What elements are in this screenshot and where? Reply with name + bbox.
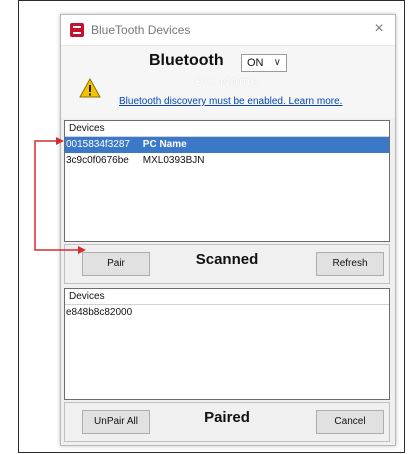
bluetooth-state-value: ON — [247, 57, 264, 69]
cancel-button[interactable]: Cancel — [316, 410, 384, 434]
paired-devices-header: Devices — [65, 289, 389, 305]
bluetooth-devices-window: BlueTooth Devices × Bluetooth PC Name ON… — [60, 14, 396, 446]
title-bar[interactable]: BlueTooth Devices × — [61, 15, 395, 46]
paired-action-bar: Paired UnPair All Cancel — [64, 402, 390, 442]
device-address: e848b8c82000 — [66, 307, 133, 318]
warning-icon — [79, 78, 101, 98]
scanned-devices-header: Devices — [65, 121, 389, 137]
pc-name-ghost-text: PC Name — [195, 73, 260, 89]
paired-devices-list[interactable]: Devices e848b8c82000 — [64, 288, 390, 400]
device-address: 3c9c0f0676be — [66, 155, 129, 166]
app-icon — [70, 23, 84, 37]
window-title: BlueTooth Devices — [91, 23, 191, 37]
device-name: PC Name — [142, 139, 187, 150]
list-item[interactable]: 0015834f3287 PC Name — [65, 137, 389, 153]
refresh-button[interactable]: Refresh — [316, 252, 384, 276]
scanned-devices-list[interactable]: Devices 0015834f3287 PC Name 3c9c0f0676b… — [64, 120, 390, 242]
list-item[interactable]: 3c9c0f0676be MXL0393BJN — [65, 153, 389, 169]
bluetooth-header-panel: Bluetooth PC Name ON ∨ Bluetooth discove… — [61, 46, 395, 118]
bluetooth-label: Bluetooth — [149, 52, 224, 69]
pair-button[interactable]: Pair — [82, 252, 150, 276]
bluetooth-state-select[interactable]: ON ∨ — [241, 54, 287, 72]
bluetooth-discovery-link[interactable]: Bluetooth discovery must be enabled. Lea… — [119, 96, 342, 107]
device-address: 0015834f3287 — [66, 139, 130, 150]
unpair-all-button[interactable]: UnPair All — [82, 410, 150, 434]
scanned-action-bar: Scanned Pair Refresh — [64, 244, 390, 284]
device-name: MXL0393BJN — [142, 155, 205, 166]
list-item[interactable]: e848b8c82000 — [65, 305, 389, 321]
chevron-down-icon: ∨ — [273, 57, 281, 68]
close-button[interactable]: × — [369, 19, 389, 39]
